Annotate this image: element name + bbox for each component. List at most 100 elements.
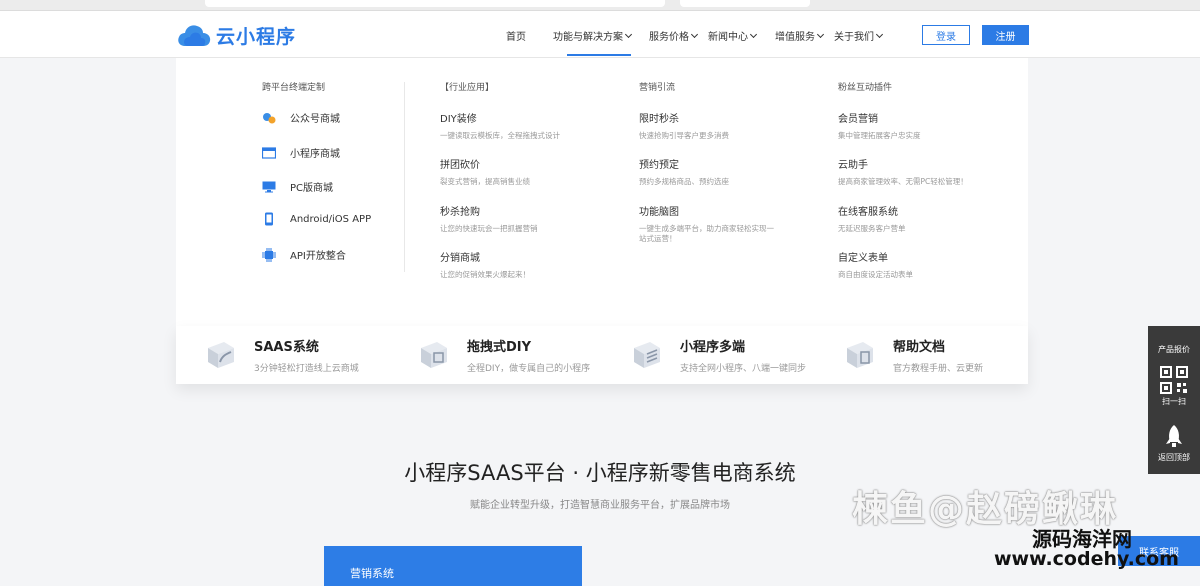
product-saas[interactable]: SAAS系统 3分钟轻松打造线上云商城 [204, 326, 359, 384]
feature-title: 分销商城 [440, 253, 480, 264]
product-multiend[interactable]: 小程序多端 支持全网小程序、八端一键同步 [630, 326, 806, 384]
chevron-down-icon [875, 30, 884, 38]
monitor-icon [262, 181, 276, 193]
platform-item-miniprogram[interactable]: 小程序商城 [262, 145, 340, 160]
chevron-down-icon [749, 30, 758, 38]
feature-title: 自定义表单 [838, 253, 888, 264]
platform-label: 公众号商城 [290, 114, 340, 125]
feature-item[interactable]: 秒杀抢购 让您的快速玩会一把抓握营销 [440, 203, 600, 234]
section-tab-label: 营销系统 [350, 567, 394, 580]
product-title: 帮助文档 [893, 340, 946, 355]
product-desc: 官方教程手册、云更新 [893, 364, 984, 374]
diy-icon [421, 342, 447, 368]
feature-desc: 裂变式营销，提高销售业绩 [440, 177, 530, 186]
platform-item-wechat[interactable]: 公众号商城 [262, 110, 340, 125]
window-icon [262, 146, 276, 159]
feature-item[interactable]: 预约预定 预约多规格商品、预约选座 [639, 156, 799, 187]
menu-divider [404, 82, 405, 272]
feature-desc: 快速抢购引导客户更多消费 [639, 131, 729, 140]
feature-title: 预约预定 [639, 160, 679, 171]
column-heading: 【行业应用】 [440, 83, 495, 93]
feature-title: DIY装修 [440, 114, 477, 125]
nav-label: 增值服务 [775, 32, 815, 43]
feature-item[interactable]: DIY装修 一键读取云模板库，全程拖拽式设计 [440, 110, 600, 141]
product-strip: SAAS系统 3分钟轻松打造线上云商城 拖拽式DIY 全程DIY，做专属自己的小… [176, 326, 1028, 384]
rocket-icon [1166, 425, 1182, 447]
feature-title: 功能脑图 [639, 207, 679, 218]
cloud-logo-icon [178, 25, 211, 46]
register-button[interactable]: 注册 [982, 25, 1029, 45]
login-button[interactable]: 登录 [922, 25, 970, 45]
wechat-icon [262, 112, 276, 124]
nav-label: 服务价格 [649, 32, 689, 43]
sidebar-price[interactable]: 产品报价 [1148, 326, 1200, 360]
feature-title: 在线客服系统 [838, 207, 898, 218]
floating-sidebar: 产品报价 扫一扫 返回顶部 [1148, 326, 1200, 474]
feature-title: 云助手 [838, 160, 868, 171]
nav-label: 功能与解决方案 [553, 32, 623, 43]
feature-item[interactable]: 限时秒杀 快速抢购引导客户更多消费 [639, 110, 799, 141]
column-heading: 粉丝互动插件 [838, 83, 893, 93]
qrcode-icon [1160, 366, 1188, 394]
nav-pricing[interactable]: 服务价格 [649, 28, 699, 43]
watermark-url: www.codehy.com [994, 548, 1179, 570]
multiend-icon [634, 342, 660, 368]
product-diy[interactable]: 拖拽式DIY 全程DIY，做专属自己的小程序 [417, 326, 590, 384]
nav-services[interactable]: 增值服务 [775, 28, 825, 43]
product-title: 小程序多端 [680, 340, 746, 355]
platform-item-app[interactable]: Android/iOS APP [262, 212, 372, 226]
feature-desc: 商自由度设定活动表单 [838, 270, 913, 279]
feature-item[interactable]: 拼团砍价 裂变式营销，提高销售业绩 [440, 156, 600, 187]
address-bar[interactable] [205, 0, 665, 7]
feature-item[interactable]: 云助手 提高商家管理效率、无需PC轻松管理！ [838, 156, 998, 187]
feature-desc: 一键读取云模板库，全程拖拽式设计 [440, 131, 560, 140]
help-doc-icon [847, 342, 873, 368]
platform-label: 小程序商城 [290, 149, 340, 160]
platform-item-pc[interactable]: PC版商城 [262, 179, 333, 194]
sidebar-scan[interactable]: 扫一扫 [1148, 366, 1200, 416]
brand-name: 云小程序 [216, 25, 297, 48]
product-title: 拖拽式DIY [467, 340, 532, 355]
product-title: SAAS系统 [254, 340, 319, 355]
feature-item[interactable]: 自定义表单 商自由度设定活动表单 [838, 249, 998, 280]
nav-solutions[interactable]: 功能与解决方案 [553, 28, 633, 56]
sidebar-label: 扫一扫 [1162, 397, 1186, 406]
nav-about[interactable]: 关于我们 [834, 28, 884, 43]
phone-icon [262, 212, 276, 226]
section-tab[interactable]: 营销系统 [324, 546, 582, 586]
mega-menu: 跨平台终端定制 公众号商城 小程序商城 PC版商城 Android/iOS AP… [176, 58, 1028, 326]
feature-title: 限时秒杀 [639, 114, 679, 125]
main-nav: 首页 功能与解决方案 服务价格 新闻中心 增值服务 关于我们 [506, 28, 884, 56]
feature-desc: 无延迟服务客户营单 [838, 224, 906, 233]
sidebar-back-top[interactable]: 返回顶部 [1148, 424, 1200, 472]
platform-label: PC版商城 [290, 183, 334, 194]
chip-icon [262, 247, 276, 262]
feature-item[interactable]: 功能脑图 一键生成多端平台，助力商家轻松实现一站式运营！ [639, 203, 779, 244]
product-desc: 支持全网小程序、八端一键同步 [680, 364, 807, 374]
feature-desc: 提高商家管理效率、无需PC轻松管理！ [838, 177, 968, 186]
column-heading: 营销引流 [639, 83, 676, 93]
feature-desc: 让您的快速玩会一把抓握营销 [440, 224, 538, 233]
product-help[interactable]: 帮助文档 官方教程手册、云更新 [843, 326, 983, 384]
product-desc: 全程DIY，做专属自己的小程序 [467, 364, 591, 374]
platform-heading: 跨平台终端定制 [262, 83, 326, 93]
feature-item[interactable]: 分销商城 让您的促销效果火爆起来！ [440, 249, 600, 280]
browser-tab[interactable] [680, 0, 810, 7]
site-header: 云小程序 首页 功能与解决方案 服务价格 新闻中心 增值服务 关于我们 登录 注… [0, 11, 1200, 58]
feature-item[interactable]: 会员营销 集中管理拓展客户忠实度 [838, 110, 998, 141]
chevron-down-icon [816, 30, 825, 38]
nav-news[interactable]: 新闻中心 [708, 28, 758, 43]
feature-desc: 一键生成多端平台，助力商家轻松实现一站式运营！ [639, 224, 774, 243]
logo[interactable]: 云小程序 [176, 20, 296, 50]
feature-title: 秒杀抢购 [440, 207, 480, 218]
platform-label: API开放整合 [290, 251, 346, 262]
feature-desc: 集中管理拓展客户忠实度 [838, 131, 921, 140]
nav-label: 关于我们 [834, 32, 874, 43]
platform-item-api[interactable]: API开放整合 [262, 247, 346, 262]
saas-icon [208, 342, 234, 368]
nav-home[interactable]: 首页 [506, 28, 526, 43]
chevron-down-icon [624, 30, 633, 38]
platform-label: Android/iOS APP [290, 213, 372, 225]
feature-desc: 预约多规格商品、预约选座 [639, 177, 729, 186]
feature-item[interactable]: 在线客服系统 无延迟服务客户营单 [838, 203, 998, 234]
